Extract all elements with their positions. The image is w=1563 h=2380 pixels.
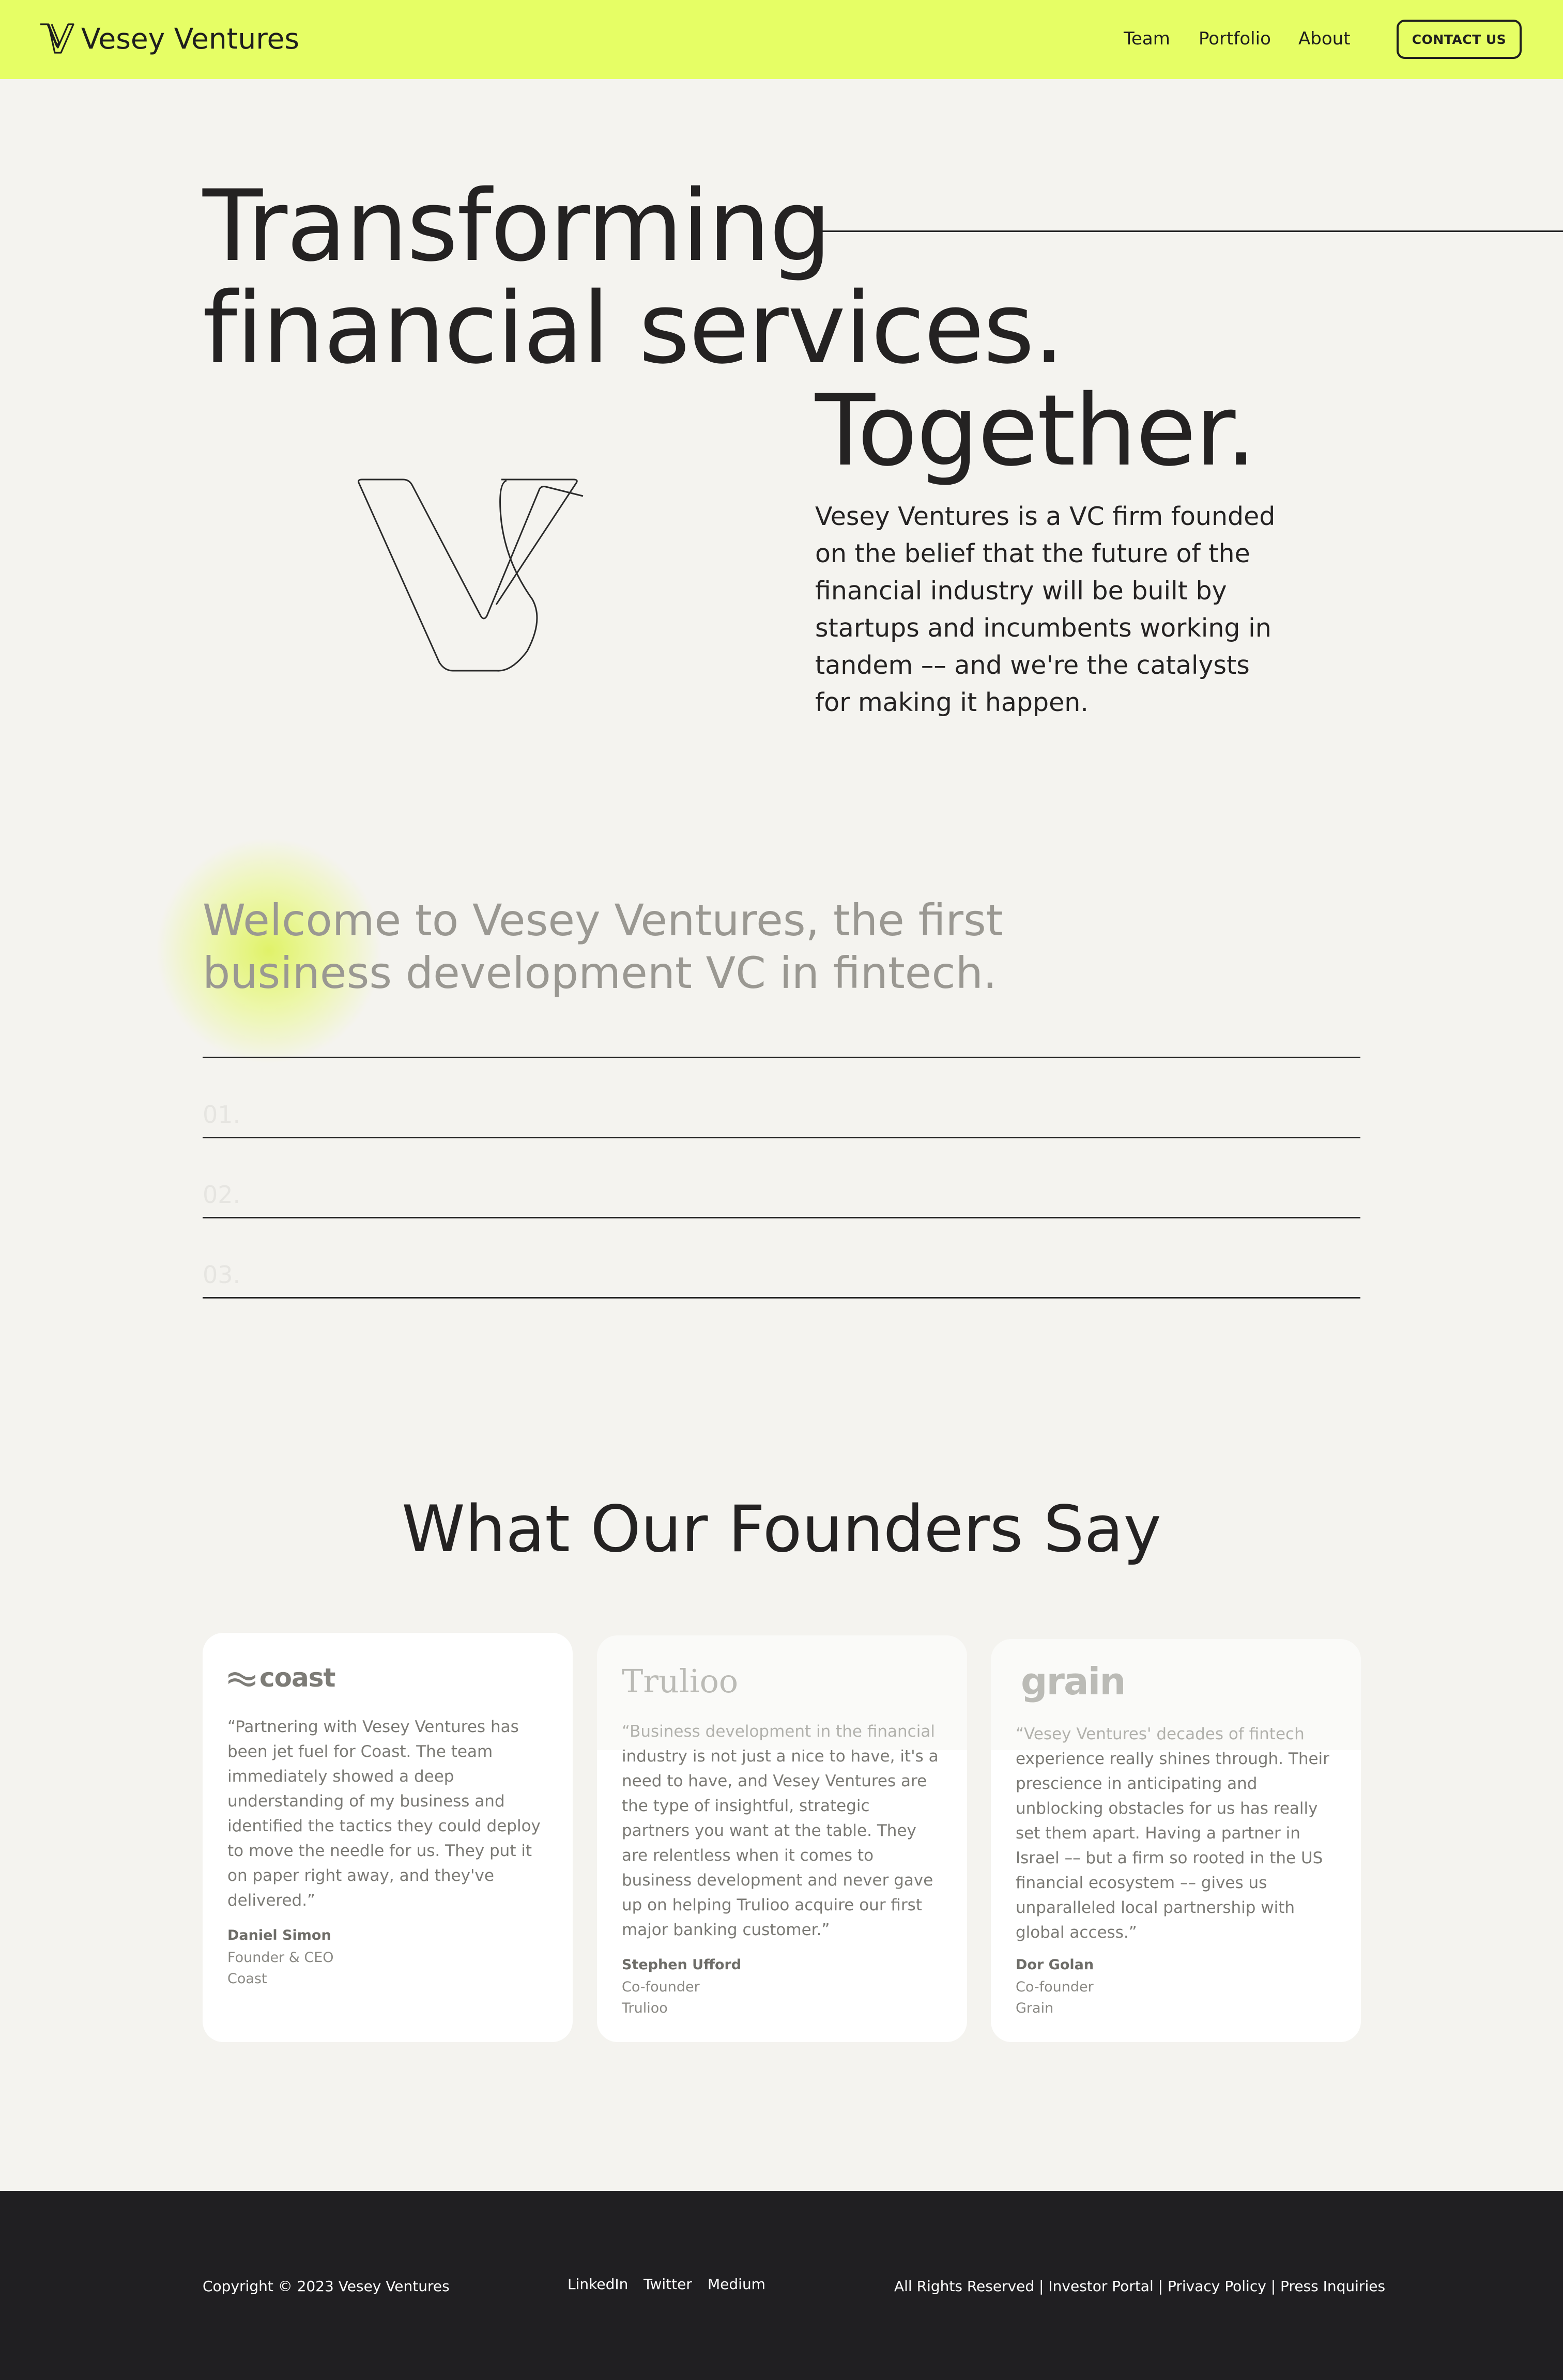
hero-line-2: financial services. <box>203 271 1065 385</box>
v-logo-icon[interactable] <box>39 23 74 55</box>
testimonial-company: Trulioo <box>622 2000 668 2016</box>
testimonial-author: Stephen Ufford <box>622 1957 742 1973</box>
testimonial-author: Dor Golan <box>1016 1957 1094 1973</box>
testimonial-role: Co-founder <box>622 1979 700 1995</box>
nav-team[interactable]: Team <box>1124 25 1170 53</box>
coast-waves-icon <box>228 1672 255 1687</box>
testimonial-card: grain “Vesey Ventures' decades of fintec… <box>991 1639 1361 2042</box>
card-fade-overlay <box>991 1639 1361 1750</box>
card-fade-overlay <box>597 1635 967 1750</box>
copyright-text: Copyright © 2023 Vesey Ventures <box>203 2278 450 2295</box>
hero-divider <box>822 230 1563 232</box>
footer-legal-links[interactable]: All Rights Reserved | Investor Portal | … <box>894 2278 1385 2295</box>
footer-link-twitter[interactable]: Twitter <box>643 2276 692 2293</box>
welcome-heading: Welcome to Vesey Ventures, the first bus… <box>203 895 1003 998</box>
testimonial-role: Co-founder <box>1016 1979 1094 1995</box>
list-divider <box>203 1057 1360 1058</box>
testimonial-card: Trulioo “Business development in the fin… <box>597 1635 967 2042</box>
testimonial-company: Grain <box>1016 2000 1054 2016</box>
list-divider <box>203 1137 1360 1138</box>
v-outline-illustration <box>358 478 584 672</box>
testimonial-quote: “Partnering with Vesey Ventures has been… <box>227 1718 541 1910</box>
footer-link-medium[interactable]: Medium <box>708 2276 765 2293</box>
list-divider <box>203 1217 1360 1218</box>
testimonial-role: Founder & CEO <box>227 1950 334 1966</box>
brand-name[interactable]: Vesey Ventures <box>81 21 299 57</box>
testimonial-quote: “Vesey Ventures' decades of fintech expe… <box>1016 1725 1329 1942</box>
testimonial-company: Coast <box>227 1971 267 1987</box>
coast-logo: coast <box>227 1663 335 1693</box>
list-item-number[interactable]: 03. <box>203 1261 240 1289</box>
coast-logo-text: coast <box>259 1663 335 1693</box>
site-header: Vesey Ventures Team Portfolio About CONT… <box>0 0 1563 79</box>
testimonial-card: coast “Partnering with Vesey Ventures ha… <box>203 1633 573 2042</box>
hero-description: Vesey Ventures is a VC firm founded on t… <box>815 502 1276 717</box>
hero-line-1: Transforming <box>203 169 832 283</box>
list-item-number[interactable]: 01. <box>203 1101 240 1129</box>
list-item-number[interactable]: 02. <box>203 1181 240 1209</box>
testimonial-quote: “Business development in the financial i… <box>622 1722 939 1939</box>
footer-link-linkedin[interactable]: LinkedIn <box>568 2276 628 2293</box>
testimonial-author: Daniel Simon <box>227 1927 331 1943</box>
contact-us-button[interactable]: CONTACT US <box>1397 20 1522 59</box>
hero-line-3: Together. <box>815 374 1256 488</box>
nav-portfolio[interactable]: Portfolio <box>1199 25 1271 53</box>
list-divider <box>203 1297 1360 1299</box>
nav-about[interactable]: About <box>1298 25 1351 53</box>
testimonials-title: What Our Founders Say <box>402 1492 1161 1567</box>
